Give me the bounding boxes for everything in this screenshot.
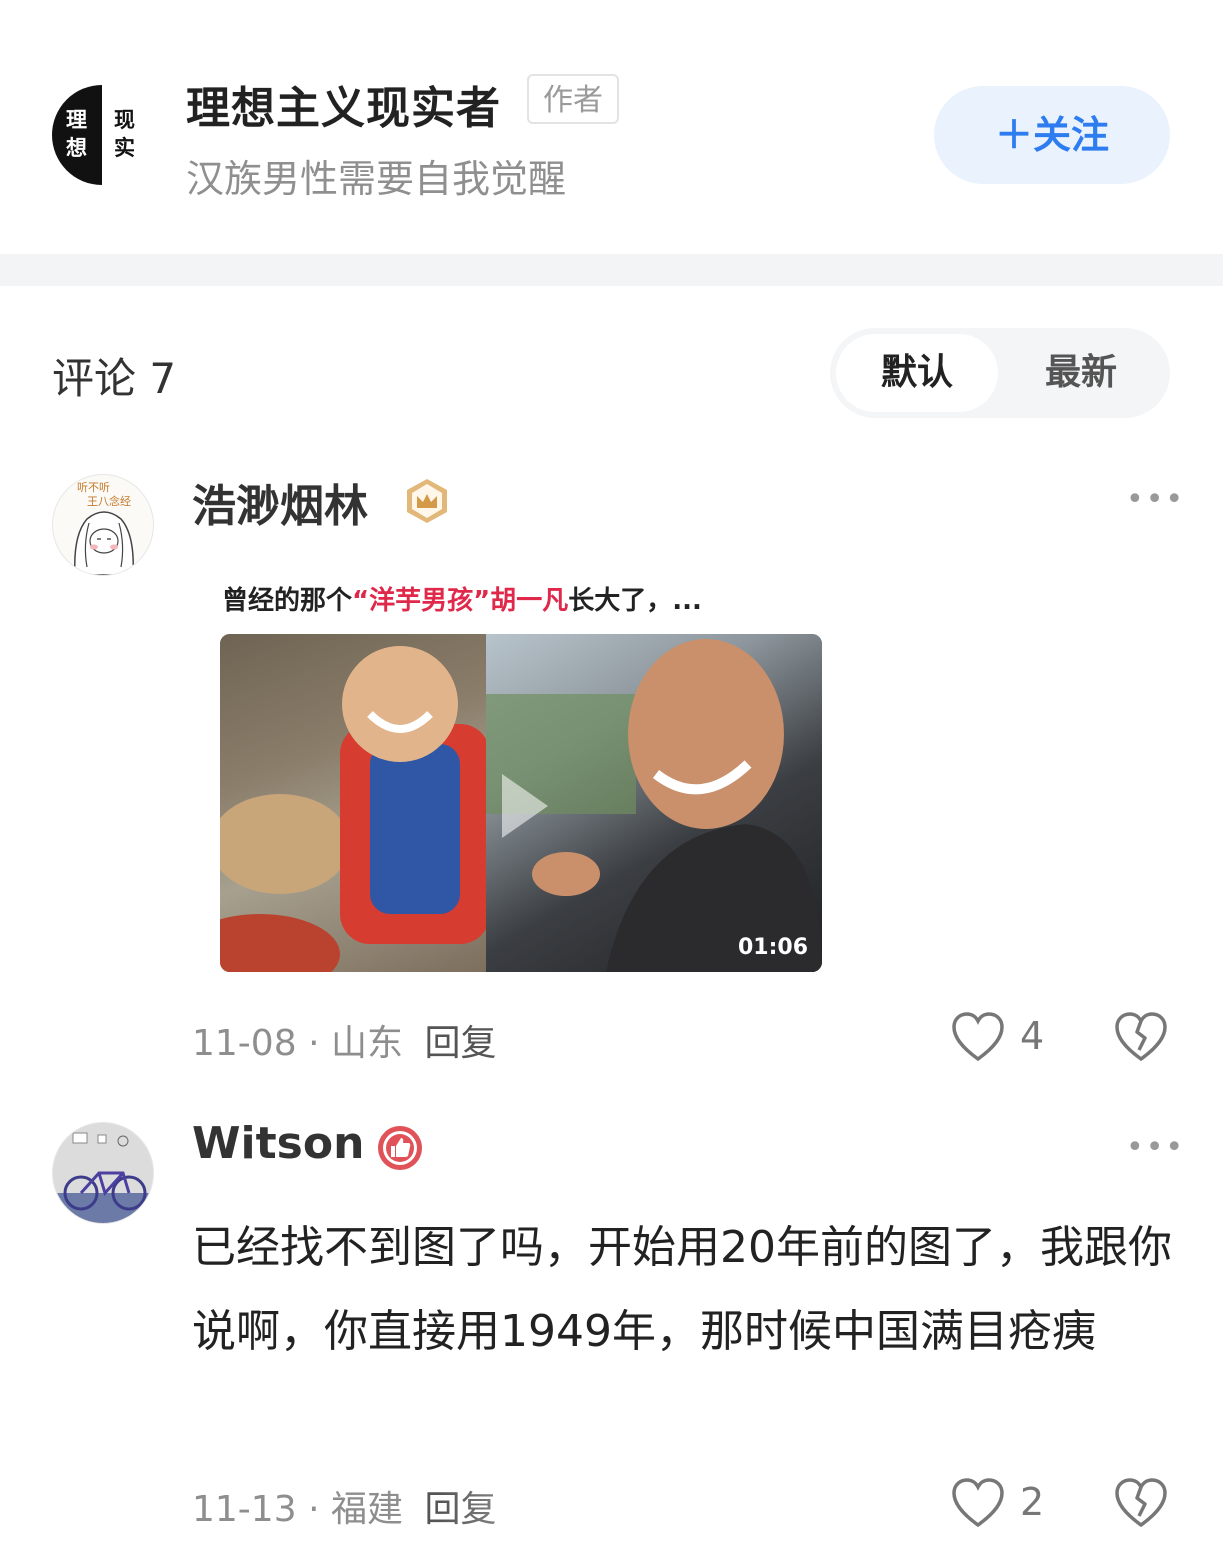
avatar-text: 听不听: [77, 481, 110, 494]
author-avatar[interactable]: 理 现 想 实: [52, 85, 152, 185]
commenter-avatar[interactable]: [52, 1122, 154, 1224]
broken-heart-icon[interactable]: [1113, 1010, 1169, 1064]
section-divider: [0, 254, 1223, 286]
author-name[interactable]: 理想主义现实者: [186, 72, 501, 136]
meta-separator: ·: [308, 1023, 320, 1064]
thumbs-up-badge-icon: [378, 1126, 422, 1170]
play-icon[interactable]: [502, 774, 548, 838]
commenter-name[interactable]: 浩渺烟林: [192, 470, 368, 534]
sort-default-tab[interactable]: 默认: [836, 334, 998, 412]
more-dots-icon[interactable]: •••: [1126, 1130, 1185, 1165]
comment-date: 11-08: [192, 1023, 297, 1064]
heart-outline-icon[interactable]: [950, 1010, 1006, 1064]
follow-button[interactable]: ＋关注: [934, 86, 1170, 184]
broken-heart-icon[interactable]: [1113, 1476, 1169, 1530]
video-frame-left: [220, 634, 490, 972]
sort-latest-tab[interactable]: 最新: [1000, 334, 1162, 412]
commenter-avatar[interactable]: 听不听 王八念经: [52, 474, 154, 576]
more-dots-icon[interactable]: •••: [1126, 482, 1185, 517]
bicycle-avatar-image: [53, 1123, 153, 1223]
like-count: 2: [1020, 1480, 1045, 1524]
comment-date: 11-13: [192, 1489, 297, 1530]
author-badge: 作者: [527, 74, 619, 124]
author-avatar-char: 想: [66, 136, 87, 160]
crown-badge-icon: [407, 479, 447, 523]
video-caption-highlight: “洋芋男孩”胡一凡: [352, 586, 569, 616]
video-caption: 曾经的那个“洋芋男孩”胡一凡长大了，...: [222, 580, 702, 617]
heart-outline-icon[interactable]: [950, 1476, 1006, 1530]
comment-meta: 11-08 · 山东 回复: [192, 1014, 496, 1066]
bottom-fade-overlay: [440, 1490, 760, 1567]
author-avatar-char: 现: [114, 108, 135, 132]
cartoon-girl-avatar-image: 听不听 王八念经: [74, 481, 134, 575]
avatar-text: 王八念经: [87, 494, 131, 508]
commenter-name[interactable]: Witson: [192, 1118, 364, 1169]
video-duration: 01:06: [737, 935, 808, 960]
meta-separator: ·: [308, 1489, 320, 1530]
author-avatar-char: 实: [114, 136, 135, 160]
video-caption-suffix: 长大了，...: [568, 586, 702, 616]
comment-location: 福建: [330, 1489, 403, 1530]
video-caption-prefix: 曾经的那个: [222, 586, 353, 616]
comment-location: 山东: [330, 1023, 403, 1064]
author-bio: 汉族男性需要自我觉醒: [186, 157, 567, 201]
author-avatar-char: 理: [66, 108, 87, 132]
reply-button[interactable]: 回复: [424, 1023, 496, 1064]
video-thumbnail[interactable]: 01:06: [220, 634, 822, 972]
comments-title: 评论 7: [52, 354, 177, 403]
like-count: 4: [1020, 1014, 1045, 1058]
comment-text: 已经找不到图了吗，开始用20年前的图了，我跟你说啊，你直接用1949年，那时候中…: [192, 1222, 1172, 1357]
